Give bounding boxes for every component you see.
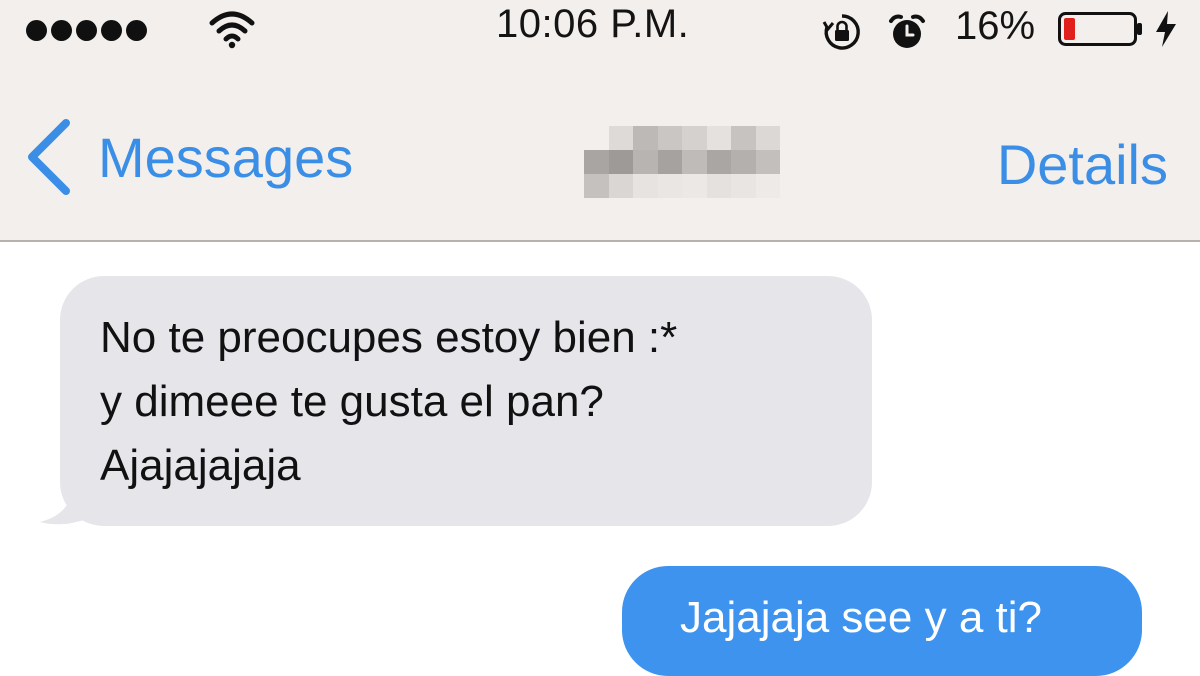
- battery-percentage: 16%: [955, 4, 1036, 48]
- signal-dot: [51, 20, 72, 41]
- message-line: y dimeee te gusta el pan?: [100, 377, 604, 426]
- header-divider: [0, 240, 1200, 242]
- status-time: 10:06 P.M.: [496, 2, 690, 46]
- incoming-message-text: No te preocupes estoy bien :* y dimeee t…: [100, 306, 860, 498]
- alarm-icon: [889, 14, 925, 48]
- chevron-left-icon: [28, 119, 70, 195]
- rotation-lock-icon: [822, 14, 860, 50]
- signal-dot: [76, 20, 97, 41]
- charging-bolt-icon: [1156, 11, 1176, 47]
- signal-dot: [26, 20, 47, 41]
- battery-icon: [1058, 12, 1142, 46]
- back-button-label: Messages: [98, 125, 354, 189]
- outgoing-message-text: Jajajaja see y a ti?: [680, 593, 1042, 642]
- signal-dot: [126, 20, 147, 41]
- contact-name-redacted[interactable]: [584, 126, 780, 198]
- back-to-messages-button[interactable]: Messages: [22, 112, 353, 202]
- message-line: Ajajajajaja: [100, 441, 301, 490]
- signal-dot: [101, 20, 122, 41]
- wifi-icon: [209, 11, 255, 49]
- message-line: No te preocupes estoy bien :*: [100, 313, 678, 362]
- battery-level-fill: [1064, 18, 1075, 40]
- details-button[interactable]: Details: [997, 132, 1168, 197]
- signal-dots-icon: [26, 20, 147, 41]
